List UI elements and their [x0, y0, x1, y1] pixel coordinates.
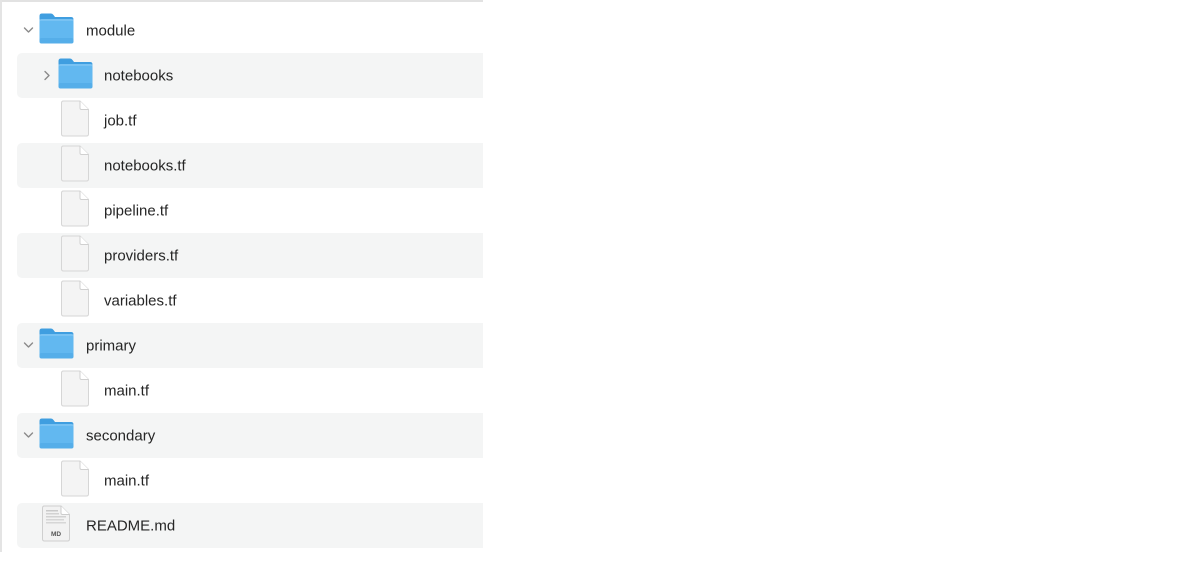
panel-top-border: [2, 0, 483, 2]
folder-row-notebooks[interactable]: notebooks: [17, 53, 483, 98]
item-name: notebooks.tf: [104, 157, 186, 174]
folder-row-primary[interactable]: primary: [17, 323, 483, 368]
file-tree-list: module notebooks job.tf notebooks.tf pip…: [17, 8, 483, 548]
folder-icon: [38, 12, 75, 50]
document-icon: [60, 190, 90, 232]
md-badge: MD: [51, 531, 61, 538]
item-name: secondary: [86, 427, 156, 444]
folder-icon: [38, 327, 75, 365]
document-icon: [60, 235, 90, 277]
item-name: job.tf: [104, 112, 137, 129]
file-row-main-tf[interactable]: main.tf: [17, 458, 483, 503]
document-icon: [60, 460, 90, 502]
chevron-right-icon[interactable]: [41, 69, 53, 81]
file-row-job-tf[interactable]: job.tf: [17, 98, 483, 143]
item-name: variables.tf: [104, 292, 177, 309]
file-row-main-tf[interactable]: main.tf: [17, 368, 483, 413]
file-row-readme-md[interactable]: MD README.md: [17, 503, 483, 548]
document-icon: [60, 100, 90, 142]
item-name: main.tf: [104, 472, 150, 489]
file-row-pipeline-tf[interactable]: pipeline.tf: [17, 188, 483, 233]
item-name: notebooks: [104, 67, 174, 84]
markdown-file-icon: MD: [41, 505, 71, 547]
item-name: pipeline.tf: [104, 202, 169, 219]
file-row-notebooks-tf[interactable]: notebooks.tf: [17, 143, 483, 188]
item-name: main.tf: [104, 382, 150, 399]
folder-row-module[interactable]: module: [17, 8, 483, 53]
folder-icon: [57, 57, 94, 95]
chevron-down-icon[interactable]: [22, 24, 34, 36]
chevron-down-icon[interactable]: [22, 339, 34, 351]
file-row-providers-tf[interactable]: providers.tf: [17, 233, 483, 278]
chevron-down-icon[interactable]: [22, 429, 34, 441]
file-row-variables-tf[interactable]: variables.tf: [17, 278, 483, 323]
folder-row-secondary[interactable]: secondary: [17, 413, 483, 458]
item-name: primary: [86, 337, 137, 354]
document-icon: [60, 145, 90, 187]
item-name: README.md: [86, 517, 176, 534]
item-name: providers.tf: [104, 247, 179, 264]
folder-icon: [38, 417, 75, 455]
document-icon: [60, 280, 90, 322]
document-icon: [60, 370, 90, 412]
item-name: module: [86, 22, 136, 39]
file-browser-panel: module notebooks job.tf notebooks.tf pip…: [0, 0, 483, 552]
